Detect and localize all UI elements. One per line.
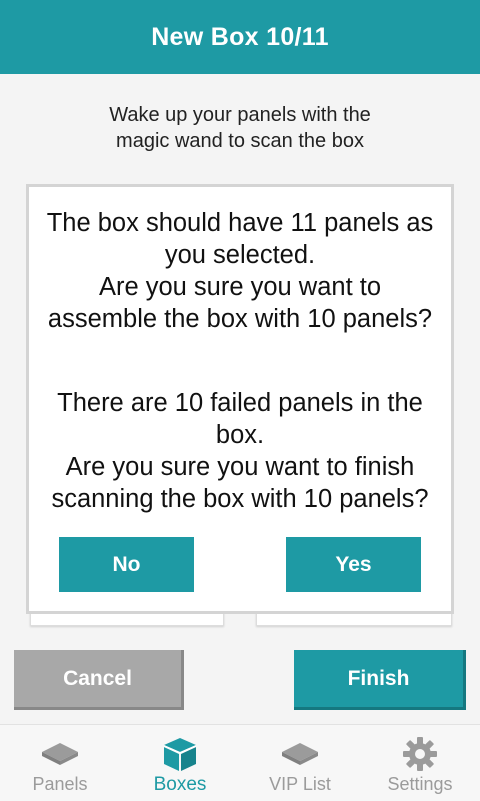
nav-label-panels: Panels xyxy=(32,774,88,794)
nav-label-settings: Settings xyxy=(387,774,453,794)
nav-item-vip-list[interactable]: VIP List xyxy=(240,725,360,801)
app-header: New Box 10/11 xyxy=(0,0,480,74)
dialog-message-failed: There are 10 failed panels in the box. A… xyxy=(51,389,429,513)
instruction-text: Wake up your panels with the magic wand … xyxy=(109,104,371,152)
panels-icon xyxy=(40,735,80,773)
page-title: New Box 10/11 xyxy=(151,22,329,51)
no-button[interactable]: No xyxy=(59,537,194,592)
dialog-message-panels: The box should have 11 panels as you sel… xyxy=(46,209,434,333)
nav-item-panels[interactable]: Panels xyxy=(0,725,120,801)
yes-button[interactable]: Yes xyxy=(286,537,421,592)
cancel-button[interactable]: Cancel xyxy=(14,650,184,710)
vip-list-icon xyxy=(280,735,320,773)
confirm-dialog: The box should have 11 panels as you sel… xyxy=(26,184,454,614)
nav-item-settings[interactable]: Settings xyxy=(360,725,480,801)
nav-label-vip-list: VIP List xyxy=(269,774,331,794)
nav-item-boxes[interactable]: Boxes xyxy=(120,725,240,801)
bottom-navigation: Panels Boxes VIP List Settings xyxy=(0,724,480,801)
finish-button[interactable]: Finish xyxy=(294,650,466,710)
gear-icon xyxy=(402,735,438,773)
box-icon xyxy=(161,735,199,773)
nav-label-boxes: Boxes xyxy=(153,774,207,795)
